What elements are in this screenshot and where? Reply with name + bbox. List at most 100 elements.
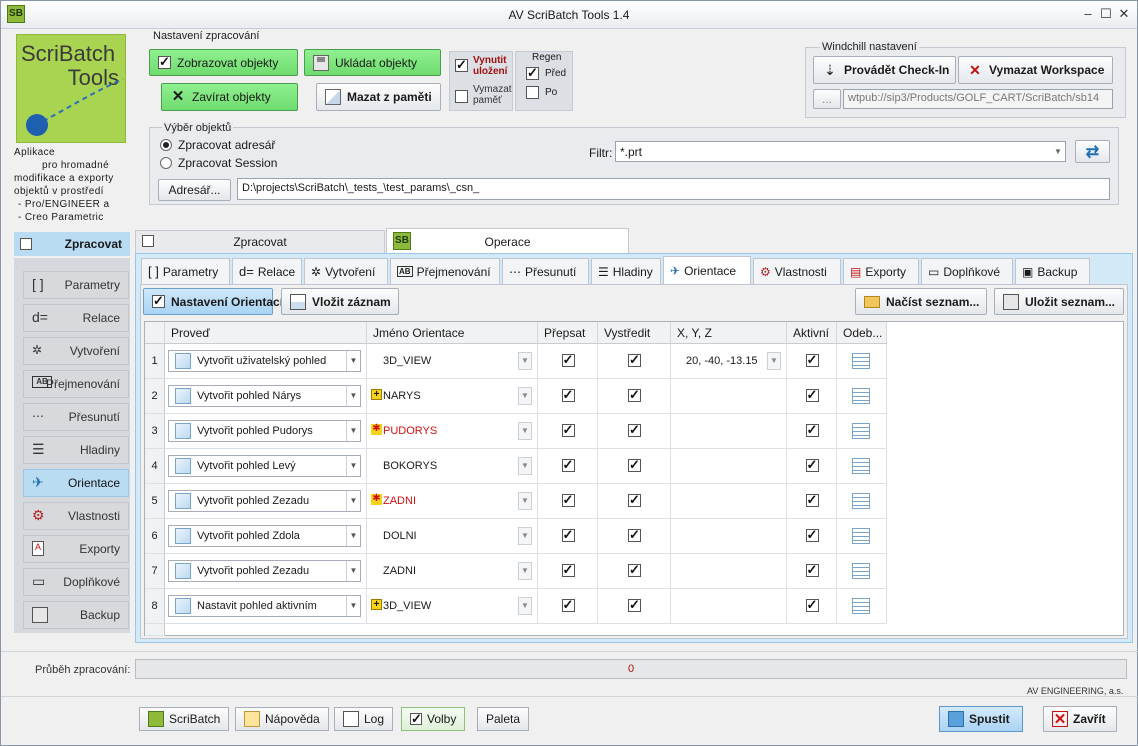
filter-dropdown-icon[interactable]: ▼ bbox=[1052, 143, 1064, 160]
sidebar-item-doplnkove[interactable]: ▭ Doplňkové bbox=[23, 568, 129, 596]
overwrite-checkbox[interactable] bbox=[561, 527, 575, 543]
remove-row-icon[interactable] bbox=[852, 458, 870, 474]
scribatch-button[interactable]: ScriBatch bbox=[139, 707, 230, 731]
row-number[interactable]: 7 bbox=[145, 554, 165, 589]
options-button[interactable]: Volby bbox=[401, 707, 466, 731]
filter-input[interactable]: *.prt bbox=[615, 141, 1066, 162]
xyz-cell[interactable] bbox=[671, 379, 787, 414]
chevron-down-icon[interactable]: ▼ bbox=[346, 526, 360, 546]
orientation-name-cell[interactable]: 3D_VIEW ▼ bbox=[367, 344, 538, 379]
chevron-down-icon[interactable]: ▼ bbox=[346, 386, 360, 406]
insert-record-button[interactable]: Vložit záznam bbox=[281, 288, 399, 315]
regen-before-checkbox[interactable] bbox=[526, 65, 539, 81]
row-number[interactable]: 5 bbox=[145, 484, 165, 519]
run-button[interactable]: Spustit bbox=[939, 706, 1023, 732]
overwrite-checkbox[interactable] bbox=[561, 387, 575, 403]
remove-row-icon[interactable] bbox=[852, 388, 870, 404]
row-number[interactable]: 3 bbox=[145, 414, 165, 449]
process-session-option[interactable]: Zpracovat Session bbox=[160, 156, 277, 170]
active-checkbox[interactable] bbox=[805, 457, 819, 473]
orientation-settings-button[interactable]: Nastavení Orientací bbox=[143, 288, 283, 315]
chevron-down-icon[interactable]: ▼ bbox=[518, 387, 532, 405]
orientation-name-cell[interactable]: ✱ PUDORYS ▼ bbox=[367, 414, 538, 449]
sidebar-item-hladiny[interactable]: ☰ Hladiny bbox=[23, 436, 129, 464]
center-checkbox[interactable] bbox=[628, 457, 641, 473]
sidebar-item-orientace[interactable]: ✈ Orientace bbox=[23, 469, 129, 497]
chevron-down-icon[interactable]: ▼ bbox=[346, 456, 360, 476]
row-number[interactable]: 4 bbox=[145, 449, 165, 484]
tab-presunuti[interactable]: ⋯ Přesunutí bbox=[502, 258, 589, 284]
clear-memory-button[interactable]: Mazat z paměti bbox=[316, 83, 441, 111]
orientation-name-cell[interactable]: ZADNI ▼ bbox=[367, 554, 538, 589]
workspace-browse-button[interactable]: ... bbox=[813, 89, 841, 109]
xyz-cell[interactable] bbox=[671, 589, 787, 624]
tab-zpracovat[interactable]: Zpracovat bbox=[135, 230, 385, 254]
xyz-cell[interactable] bbox=[671, 414, 787, 449]
tab-prejmenovani[interactable]: AB Přejmenování bbox=[390, 258, 500, 284]
tab-hladiny[interactable]: ☰ Hladiny bbox=[591, 258, 661, 284]
minimize-icon[interactable]: – bbox=[1080, 6, 1096, 22]
chevron-down-icon[interactable]: ▼ bbox=[346, 561, 360, 581]
close-objects-button[interactable]: ✕ Zavírat objekty bbox=[161, 83, 298, 111]
sidebar-item-vytvoreni[interactable]: ✲ Vytvoření bbox=[23, 337, 129, 365]
tab-exporty[interactable]: ▤ Exporty bbox=[843, 258, 919, 284]
help-button[interactable]: Nápověda bbox=[235, 707, 329, 731]
column-header-remove[interactable]: Odeb... bbox=[837, 322, 887, 344]
overwrite-checkbox[interactable] bbox=[561, 422, 575, 438]
log-button[interactable]: Log bbox=[334, 707, 394, 731]
action-select[interactable]: Vytvořit pohled Nárys ▼ bbox=[168, 385, 361, 407]
remove-row-icon[interactable] bbox=[852, 598, 870, 614]
row-number[interactable]: 1 bbox=[145, 344, 165, 379]
active-checkbox[interactable] bbox=[805, 352, 819, 368]
action-select[interactable]: Vytvořit uživatelský pohled ▼ bbox=[168, 350, 361, 372]
orientation-name-cell[interactable]: + NARYS ▼ bbox=[367, 379, 538, 414]
row-number[interactable]: 6 bbox=[145, 519, 165, 554]
active-checkbox[interactable] bbox=[805, 422, 819, 438]
refresh-button[interactable]: ⇄ bbox=[1075, 140, 1110, 163]
center-checkbox[interactable] bbox=[628, 492, 641, 508]
tab-backup[interactable]: ▣ Backup bbox=[1015, 258, 1090, 284]
save-objects-button[interactable]: Ukládat objekty bbox=[304, 49, 441, 76]
center-checkbox[interactable] bbox=[628, 562, 641, 578]
sidebar-item-vlastnosti[interactable]: ⚙ Vlastnosti bbox=[23, 502, 129, 530]
close-button[interactable]: ✕ Zavřít bbox=[1043, 706, 1117, 732]
action-select[interactable]: Vytvořit pohled Zezadu ▼ bbox=[168, 560, 361, 582]
center-checkbox[interactable] bbox=[628, 422, 641, 438]
chevron-down-icon[interactable]: ▼ bbox=[518, 527, 532, 545]
tab-doplnkove[interactable]: ▭ Doplňkové bbox=[921, 258, 1013, 284]
center-checkbox[interactable] bbox=[628, 352, 641, 368]
action-select[interactable]: Vytvořit pohled Zdola ▼ bbox=[168, 525, 361, 547]
sidebar-item-parametry[interactable]: [ ] Parametry bbox=[23, 271, 129, 299]
column-header-action[interactable]: Proveď bbox=[165, 322, 367, 344]
remove-row-icon[interactable] bbox=[852, 563, 870, 579]
sidebar-item-prejmenovani[interactable]: AB Přejmenování bbox=[23, 370, 129, 398]
column-header-center[interactable]: Vystředit bbox=[598, 322, 671, 344]
remove-row-icon[interactable] bbox=[852, 528, 870, 544]
tab-parametry[interactable]: [ ] Parametry bbox=[141, 258, 230, 284]
xyz-cell[interactable] bbox=[671, 554, 787, 589]
chevron-down-icon[interactable]: ▼ bbox=[346, 351, 360, 371]
row-number[interactable]: 2 bbox=[145, 379, 165, 414]
column-header-name[interactable]: Jméno Orientace bbox=[367, 322, 538, 344]
checkin-button[interactable]: ⇣ Provádět Check-In bbox=[813, 56, 956, 84]
active-checkbox[interactable] bbox=[805, 387, 819, 403]
active-checkbox[interactable] bbox=[805, 527, 819, 543]
overwrite-checkbox[interactable] bbox=[561, 492, 575, 508]
orientation-name-cell[interactable]: BOKORYS ▼ bbox=[367, 449, 538, 484]
active-checkbox[interactable] bbox=[805, 492, 819, 508]
chevron-down-icon[interactable]: ▼ bbox=[767, 352, 781, 370]
tab-relace[interactable]: d= Relace bbox=[232, 258, 302, 284]
directory-button[interactable]: Adresář... bbox=[158, 179, 231, 201]
erase-memory-checkbox[interactable] bbox=[455, 90, 468, 103]
chevron-down-icon[interactable]: ▼ bbox=[518, 562, 532, 580]
sidebar-item-presunuti[interactable]: ⋯ Přesunutí bbox=[23, 403, 129, 431]
tab-orientace[interactable]: ✈ Orientace bbox=[663, 256, 751, 284]
column-header-active[interactable]: Aktivní bbox=[787, 322, 837, 344]
sidebar-item-exporty[interactable]: A Exporty bbox=[23, 535, 129, 563]
xyz-cell[interactable]: 20, -40, -13.15 ▼ bbox=[671, 344, 787, 379]
regen-after-checkbox[interactable] bbox=[526, 86, 539, 99]
orientation-name-cell[interactable]: ✱ ZADNI ▼ bbox=[367, 484, 538, 519]
process-directory-option[interactable]: Zpracovat adresář bbox=[160, 138, 275, 152]
orientation-name-cell[interactable]: +3D_VIEW ▼ bbox=[367, 589, 538, 624]
xyz-cell[interactable] bbox=[671, 484, 787, 519]
